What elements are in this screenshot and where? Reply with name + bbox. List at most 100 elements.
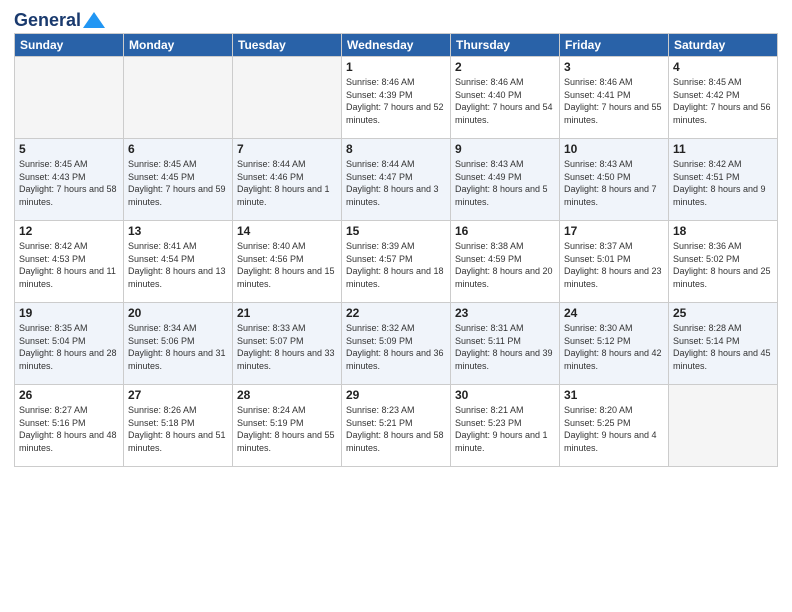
calendar-cell: 25 Sunrise: 8:28 AM Sunset: 5:14 PM Dayli…: [669, 303, 778, 385]
day-info: Sunrise: 8:46 AM Sunset: 4:41 PM Dayligh…: [564, 76, 664, 126]
logo: General: [14, 10, 105, 27]
calendar-cell: 26 Sunrise: 8:27 AM Sunset: 5:16 PM Dayli…: [15, 385, 124, 467]
calendar-cell: 5 Sunrise: 8:45 AM Sunset: 4:43 PM Daylig…: [15, 139, 124, 221]
day-of-week-header: Friday: [560, 34, 669, 57]
calendar-cell: 15 Sunrise: 8:39 AM Sunset: 4:57 PM Dayli…: [342, 221, 451, 303]
day-info: Sunrise: 8:30 AM Sunset: 5:12 PM Dayligh…: [564, 322, 664, 372]
calendar-cell: 12Sunrise: 8:42 AM Sunset: 4:53 PM Dayli…: [15, 221, 124, 303]
day-info: Sunrise: 8:45 AM Sunset: 4:45 PM Dayligh…: [128, 158, 228, 208]
calendar-cell: [233, 57, 342, 139]
day-number: 18: [673, 224, 773, 238]
day-number: 4: [673, 60, 773, 74]
calendar: SundayMondayTuesdayWednesdayThursdayFrid…: [14, 33, 778, 467]
calendar-cell: 28 Sunrise: 8:24 AM Sunset: 5:19 PM Dayli…: [233, 385, 342, 467]
calendar-cell: 10 Sunrise: 8:43 AM Sunset: 4:50 PM Dayli…: [560, 139, 669, 221]
day-number: 7: [237, 142, 337, 156]
calendar-cell: 9 Sunrise: 8:43 AM Sunset: 4:49 PM Daylig…: [451, 139, 560, 221]
day-number: 28: [237, 388, 337, 402]
calendar-week-row: 5 Sunrise: 8:45 AM Sunset: 4:43 PM Daylig…: [15, 139, 778, 221]
day-info: Sunrise: 8:43 AM Sunset: 4:50 PM Dayligh…: [564, 158, 664, 208]
day-number: 26: [19, 388, 119, 402]
calendar-cell: [669, 385, 778, 467]
day-number: 9: [455, 142, 555, 156]
day-number: 15: [346, 224, 446, 238]
day-info: Sunrise: 8:45 AM Sunset: 4:43 PM Dayligh…: [19, 158, 119, 208]
day-info: Sunrise: 8:36 AM Sunset: 5:02 PM Dayligh…: [673, 240, 773, 290]
calendar-cell: 2 Sunrise: 8:46 AM Sunset: 4:40 PM Daylig…: [451, 57, 560, 139]
calendar-header-row: SundayMondayTuesdayWednesdayThursdayFrid…: [15, 34, 778, 57]
calendar-cell: 16 Sunrise: 8:38 AM Sunset: 4:59 PM Dayli…: [451, 221, 560, 303]
day-info: Sunrise: 8:33 AM Sunset: 5:07 PM Dayligh…: [237, 322, 337, 372]
calendar-cell: 13 Sunrise: 8:41 AM Sunset: 4:54 PM Dayli…: [124, 221, 233, 303]
calendar-cell: 7 Sunrise: 8:44 AM Sunset: 4:46 PM Daylig…: [233, 139, 342, 221]
day-info: Sunrise: 8:40 AM Sunset: 4:56 PM Dayligh…: [237, 240, 337, 290]
day-number: 23: [455, 306, 555, 320]
day-info: Sunrise: 8:39 AM Sunset: 4:57 PM Dayligh…: [346, 240, 446, 290]
day-info: Sunrise: 8:46 AM Sunset: 4:39 PM Dayligh…: [346, 76, 446, 126]
calendar-cell: 1 Sunrise: 8:46 AM Sunset: 4:39 PM Daylig…: [342, 57, 451, 139]
day-number: 20: [128, 306, 228, 320]
day-info: Sunrise: 8:23 AM Sunset: 5:21 PM Dayligh…: [346, 404, 446, 454]
day-info: Sunrise: 8:21 AM Sunset: 5:23 PM Dayligh…: [455, 404, 555, 454]
day-info: Sunrise: 8:32 AM Sunset: 5:09 PM Dayligh…: [346, 322, 446, 372]
calendar-cell: 29 Sunrise: 8:23 AM Sunset: 5:21 PM Dayli…: [342, 385, 451, 467]
calendar-cell: [15, 57, 124, 139]
day-info: Sunrise: 8:44 AM Sunset: 4:46 PM Dayligh…: [237, 158, 337, 208]
day-number: 6: [128, 142, 228, 156]
calendar-cell: 14 Sunrise: 8:40 AM Sunset: 4:56 PM Dayli…: [233, 221, 342, 303]
day-number: 2: [455, 60, 555, 74]
calendar-cell: 4Sunrise: 8:45 AM Sunset: 4:42 PM Daylig…: [669, 57, 778, 139]
day-number: 13: [128, 224, 228, 238]
calendar-cell: 11 Sunrise: 8:42 AM Sunset: 4:51 PM Dayli…: [669, 139, 778, 221]
calendar-cell: 23 Sunrise: 8:31 AM Sunset: 5:11 PM Dayli…: [451, 303, 560, 385]
day-number: 19: [19, 306, 119, 320]
calendar-cell: 30Sunrise: 8:21 AM Sunset: 5:23 PM Dayli…: [451, 385, 560, 467]
calendar-week-row: 1 Sunrise: 8:46 AM Sunset: 4:39 PM Daylig…: [15, 57, 778, 139]
calendar-week-row: 12Sunrise: 8:42 AM Sunset: 4:53 PM Dayli…: [15, 221, 778, 303]
header: General: [14, 10, 778, 27]
day-of-week-header: Saturday: [669, 34, 778, 57]
calendar-week-row: 26 Sunrise: 8:27 AM Sunset: 5:16 PM Dayli…: [15, 385, 778, 467]
day-number: 11: [673, 142, 773, 156]
day-info: Sunrise: 8:27 AM Sunset: 5:16 PM Dayligh…: [19, 404, 119, 454]
day-info: Sunrise: 8:42 AM Sunset: 4:53 PM Dayligh…: [19, 240, 119, 290]
day-info: Sunrise: 8:46 AM Sunset: 4:40 PM Dayligh…: [455, 76, 555, 126]
day-info: Sunrise: 8:34 AM Sunset: 5:06 PM Dayligh…: [128, 322, 228, 372]
day-info: Sunrise: 8:43 AM Sunset: 4:49 PM Dayligh…: [455, 158, 555, 208]
day-info: Sunrise: 8:24 AM Sunset: 5:19 PM Dayligh…: [237, 404, 337, 454]
day-info: Sunrise: 8:35 AM Sunset: 5:04 PM Dayligh…: [19, 322, 119, 372]
calendar-cell: 19 Sunrise: 8:35 AM Sunset: 5:04 PM Dayli…: [15, 303, 124, 385]
day-number: 10: [564, 142, 664, 156]
logo-icon: [83, 12, 105, 28]
day-info: Sunrise: 8:28 AM Sunset: 5:14 PM Dayligh…: [673, 322, 773, 372]
day-info: Sunrise: 8:20 AM Sunset: 5:25 PM Dayligh…: [564, 404, 664, 454]
day-number: 5: [19, 142, 119, 156]
day-info: Sunrise: 8:41 AM Sunset: 4:54 PM Dayligh…: [128, 240, 228, 290]
day-number: 27: [128, 388, 228, 402]
day-info: Sunrise: 8:38 AM Sunset: 4:59 PM Dayligh…: [455, 240, 555, 290]
day-info: Sunrise: 8:37 AM Sunset: 5:01 PM Dayligh…: [564, 240, 664, 290]
calendar-cell: 24Sunrise: 8:30 AM Sunset: 5:12 PM Dayli…: [560, 303, 669, 385]
day-number: 8: [346, 142, 446, 156]
calendar-cell: 20 Sunrise: 8:34 AM Sunset: 5:06 PM Dayli…: [124, 303, 233, 385]
calendar-cell: 18 Sunrise: 8:36 AM Sunset: 5:02 PM Dayli…: [669, 221, 778, 303]
page: General SundayMondayTuesdayWednesdayThur…: [0, 0, 792, 612]
day-of-week-header: Thursday: [451, 34, 560, 57]
day-number: 29: [346, 388, 446, 402]
calendar-cell: 27Sunrise: 8:26 AM Sunset: 5:18 PM Dayli…: [124, 385, 233, 467]
calendar-cell: 8Sunrise: 8:44 AM Sunset: 4:47 PM Daylig…: [342, 139, 451, 221]
day-number: 22: [346, 306, 446, 320]
day-of-week-header: Sunday: [15, 34, 124, 57]
day-info: Sunrise: 8:42 AM Sunset: 4:51 PM Dayligh…: [673, 158, 773, 208]
calendar-week-row: 19 Sunrise: 8:35 AM Sunset: 5:04 PM Dayli…: [15, 303, 778, 385]
day-number: 14: [237, 224, 337, 238]
day-number: 21: [237, 306, 337, 320]
day-number: 16: [455, 224, 555, 238]
calendar-cell: [124, 57, 233, 139]
day-number: 25: [673, 306, 773, 320]
day-number: 17: [564, 224, 664, 238]
day-number: 1: [346, 60, 446, 74]
day-info: Sunrise: 8:31 AM Sunset: 5:11 PM Dayligh…: [455, 322, 555, 372]
calendar-cell: 3 Sunrise: 8:46 AM Sunset: 4:41 PM Daylig…: [560, 57, 669, 139]
day-number: 3: [564, 60, 664, 74]
